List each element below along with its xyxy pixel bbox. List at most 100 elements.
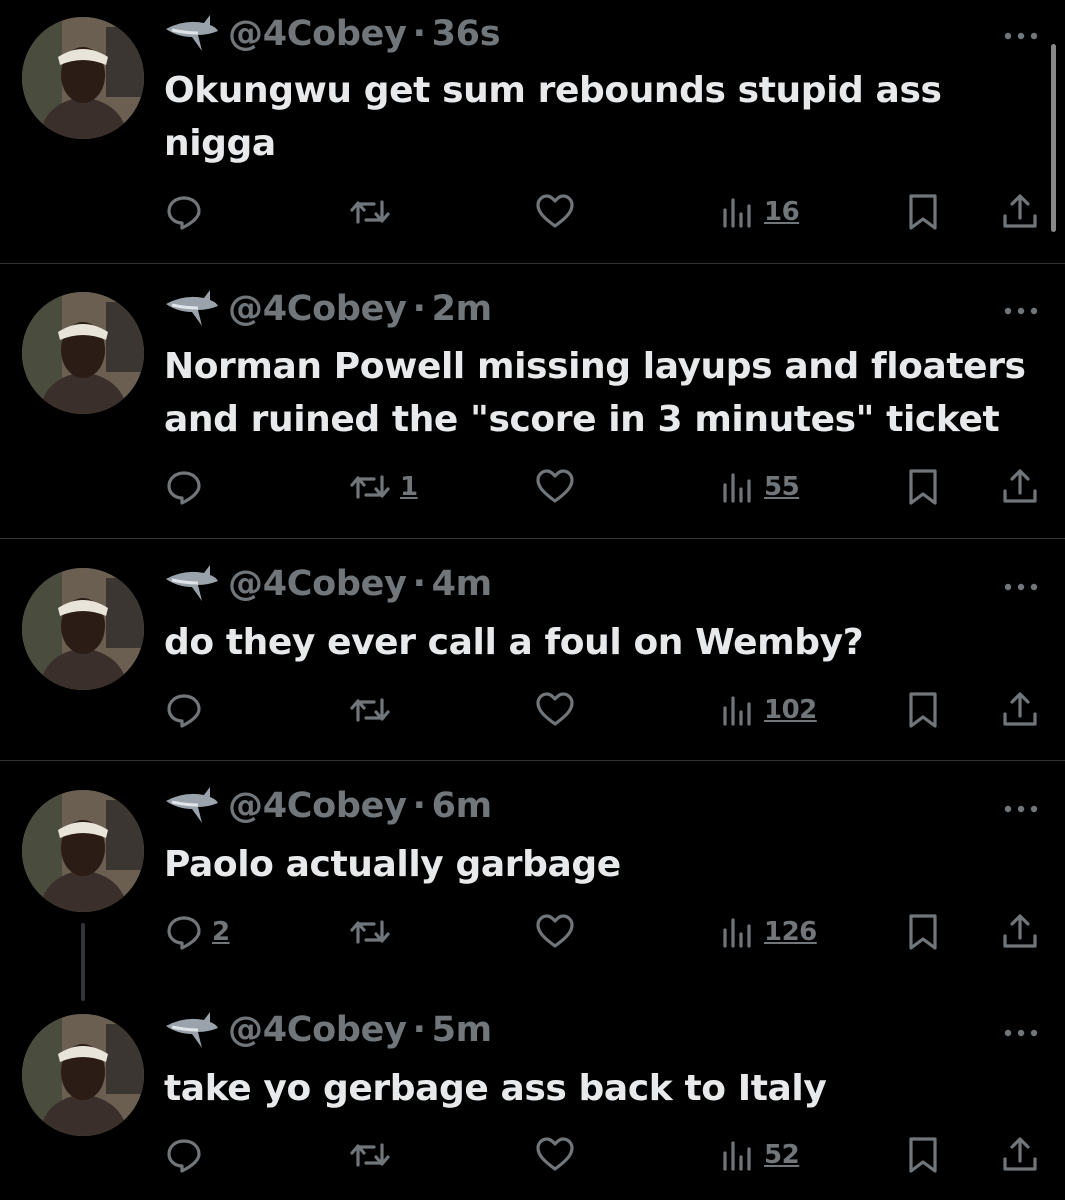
reply-button[interactable] [164,1133,212,1177]
like-icon [536,1137,574,1171]
more-icon[interactable] [1003,306,1039,316]
tweet[interactable]: @4Cobey · 2m Norman Powell missing layups … [0,264,1065,538]
separator: · [412,14,426,54]
bookmark-button[interactable] [906,688,940,732]
bookmark-button[interactable] [906,465,940,509]
tweet-header: @4Cobey · 4m [228,564,492,604]
bookmark-icon [909,194,937,230]
action-bar: 52 [0,1133,1065,1177]
share-button[interactable] [1001,190,1039,234]
retweet-button[interactable] [348,1133,400,1177]
avatar[interactable] [22,292,144,414]
tweet-text: do they ever call a foul on Wemby? [164,622,864,663]
scrollbar[interactable] [1051,44,1056,232]
tweet[interactable]: @4Cobey · 5m take yo gerbage ass back to I… [0,986,1065,1200]
views-icon [723,1141,751,1171]
handle[interactable]: @4Cobey [228,14,407,54]
bookmark-button[interactable] [906,1133,940,1177]
like-icon [536,194,574,228]
tweet[interactable]: @4Cobey · 36s Okungwu get sum rebounds stu… [0,0,1065,263]
views-button[interactable]: 102 [720,688,817,732]
tweet-feed: @4Cobey · 36s Okungwu get sum rebounds stu… [0,0,1065,1200]
tweet[interactable]: @4Cobey · 4m do they ever call a foul on W… [0,539,1065,760]
retweet-icon [350,920,390,944]
timestamp[interactable]: 36s [432,14,501,54]
bookmark-button[interactable] [906,190,940,234]
views-count: 52 [764,1140,800,1170]
action-bar: 16 [0,190,1065,234]
reply-icon [167,196,201,230]
like-button[interactable] [534,190,576,234]
views-count: 16 [764,197,800,227]
reply-icon [167,471,201,505]
more-icon[interactable] [1003,582,1039,592]
handle[interactable]: @4Cobey [228,564,407,604]
timestamp[interactable]: 4m [432,564,493,604]
retweet-icon [350,200,390,224]
retweet-button[interactable] [348,190,400,234]
views-count: 126 [764,917,817,947]
action-bar: 102 [0,688,1065,732]
tweet-header: @4Cobey · 36s [228,14,501,54]
retweet-button[interactable] [348,910,400,954]
timestamp[interactable]: 2m [432,289,493,329]
separator: · [412,786,426,826]
share-icon [1003,469,1037,503]
action-bar: 1 55 [0,465,1065,509]
shark-icon [166,290,218,326]
tweet-header: @4Cobey · 6m [228,786,492,826]
tweet-text: Okungwu get sum rebounds stupid ass nigg… [164,70,942,164]
share-icon [1003,914,1037,948]
avatar[interactable] [22,1014,144,1136]
views-button[interactable]: 16 [720,190,800,234]
handle[interactable]: @4Cobey [228,786,407,826]
like-button[interactable] [534,1133,576,1177]
tweet-header: @4Cobey · 5m [228,1010,492,1050]
reply-icon [167,1139,201,1173]
separator: · [412,1010,426,1050]
views-button[interactable]: 126 [720,910,817,954]
more-icon[interactable] [1003,31,1039,41]
reply-count: 2 [212,917,230,947]
retweet-count: 1 [400,472,418,502]
views-icon [723,473,751,503]
separator: · [412,564,426,604]
more-icon[interactable] [1003,1028,1039,1038]
reply-button[interactable]: 2 [164,910,230,954]
reply-icon [167,694,201,728]
timestamp[interactable]: 5m [432,1010,493,1050]
tweet[interactable]: @4Cobey · 6m Paolo actually garbage 2 126 [0,761,1065,1001]
retweet-button[interactable]: 1 [348,465,418,509]
tweet-text: Paolo actually garbage [164,844,621,885]
reply-button[interactable] [164,190,212,234]
handle[interactable]: @4Cobey [228,289,407,329]
share-icon [1003,1137,1037,1171]
views-button[interactable]: 52 [720,1133,800,1177]
like-button[interactable] [534,910,576,954]
more-icon[interactable] [1003,804,1039,814]
shark-icon [166,1012,218,1048]
shark-icon [166,787,218,823]
bookmark-icon [909,914,937,950]
bookmark-icon [909,692,937,728]
retweet-icon [350,1143,390,1167]
handle[interactable]: @4Cobey [228,1010,407,1050]
share-button[interactable] [1001,465,1039,509]
tweet-header: @4Cobey · 2m [228,289,492,329]
avatar[interactable] [22,568,144,690]
reply-button[interactable] [164,465,212,509]
retweet-icon [350,475,390,499]
avatar[interactable] [22,790,144,912]
views-button[interactable]: 55 [720,465,800,509]
reply-button[interactable] [164,688,212,732]
share-button[interactable] [1001,1133,1039,1177]
like-button[interactable] [534,688,576,732]
like-button[interactable] [534,465,576,509]
reply-icon [167,916,201,950]
timestamp[interactable]: 6m [432,786,493,826]
share-button[interactable] [1001,688,1039,732]
retweet-button[interactable] [348,688,400,732]
avatar[interactable] [22,17,144,139]
bookmark-button[interactable] [906,910,940,954]
share-button[interactable] [1001,910,1039,954]
